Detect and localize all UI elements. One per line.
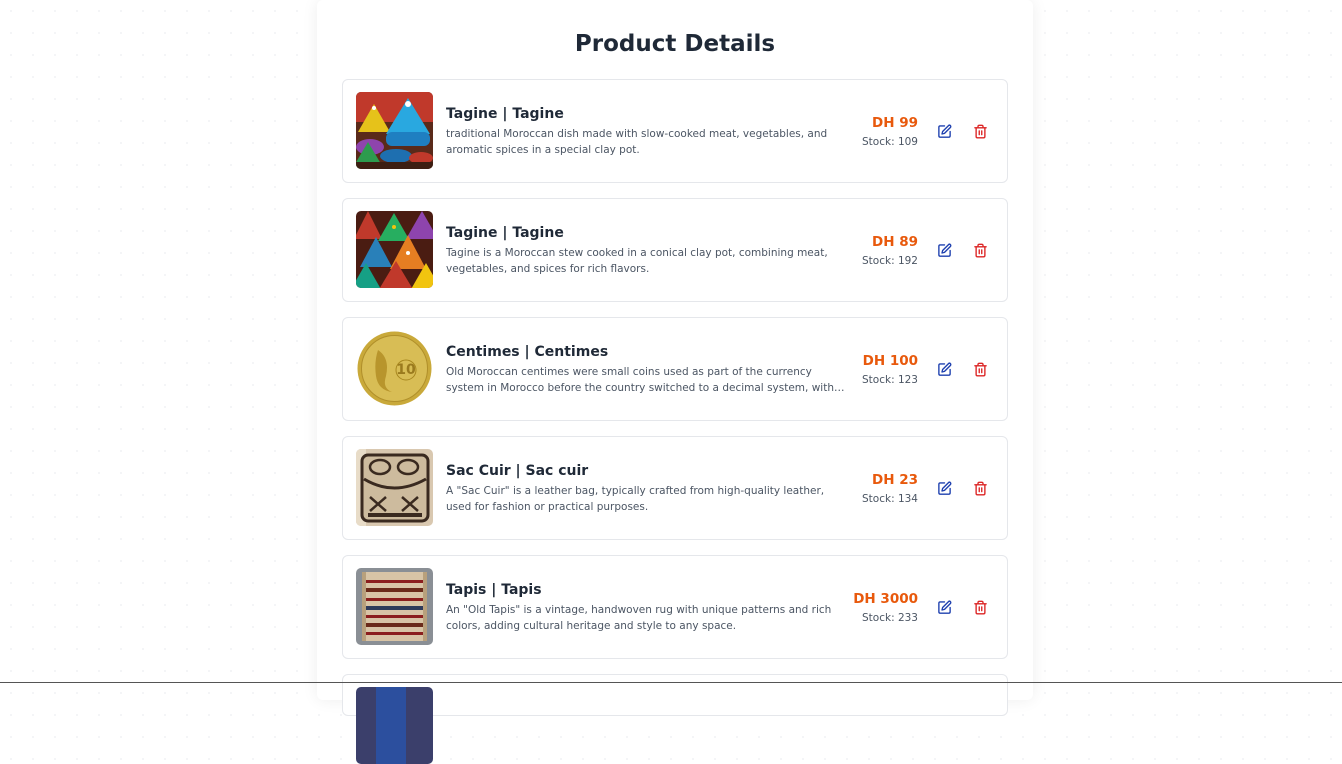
product-name: Tagine | Tagine [446,225,564,241]
trash-icon [973,362,988,377]
edit-square-icon [937,481,952,496]
edit-button[interactable] [934,240,954,260]
price-block: DH 89 Stock: 192 [862,233,918,269]
edit-square-icon [937,362,952,377]
product-image-partial [356,687,433,764]
product-description: Old Moroccan centimes were small coins u… [446,366,834,394]
product-price: DH 100 [862,353,918,369]
product-image-tagine [356,92,433,169]
svg-text:10: 10 [396,362,416,378]
product-card: Tagine | Tagine traditional Moroccan dis… [342,79,1008,183]
product-image-tagine [356,211,433,288]
product-info: Tapis | Tapis An "Old Tapis" is a vintag… [446,580,848,634]
product-name: Tagine | Tagine [446,106,564,122]
delete-button[interactable] [970,121,990,141]
product-stock: Stock: 134 [862,493,918,505]
edit-button[interactable] [934,359,954,379]
product-image-rug [356,568,433,645]
product-image-leather-bag [356,449,433,526]
product-stock: Stock: 123 [862,374,918,386]
product-name: Tapis | Tapis [446,582,542,598]
product-info: Sac Cuir | Sac cuir A "Sac Cuir" is a le… [446,461,848,515]
price-block: DH 3000 Stock: 233 [853,590,918,626]
price-block: DH 99 Stock: 109 [862,114,918,150]
product-price: DH 23 [872,472,918,488]
product-stock: Stock: 233 [862,612,918,624]
trash-icon [973,481,988,496]
product-card: Sac Cuir | Sac cuir A "Sac Cuir" is a le… [342,436,1008,540]
price-block: DH 100 Stock: 123 [862,352,918,388]
product-description: traditional Moroccan dish made with slow… [446,128,828,156]
product-stock: Stock: 109 [862,136,918,148]
product-price: DH 3000 [853,591,918,607]
trash-icon [973,243,988,258]
product-name: Centimes | Centimes [446,344,609,360]
delete-button[interactable] [970,240,990,260]
trash-icon [973,600,988,615]
edit-button[interactable] [934,597,954,617]
product-details-panel: Product Details Tagine | Tagine traditio… [317,0,1033,764]
edit-square-icon [937,600,952,615]
trash-icon [973,124,988,139]
edit-square-icon [937,243,952,258]
product-description: An "Old Tapis" is a vintage, handwoven r… [446,604,832,632]
product-card-partial [342,674,1008,764]
edit-button[interactable] [934,478,954,498]
product-info: Tagine | Tagine Tagine is a Moroccan ste… [446,223,848,277]
edit-square-icon [937,124,952,139]
product-stock: Stock: 192 [862,255,918,267]
page-title: Product Details [574,31,776,57]
product-info: Tagine | Tagine traditional Moroccan dis… [446,104,848,158]
price-block: DH 23 Stock: 134 [862,471,918,507]
delete-button[interactable] [970,597,990,617]
product-price: DH 99 [872,115,918,131]
product-card: Tapis | Tapis An "Old Tapis" is a vintag… [342,555,1008,659]
product-list: Tagine | Tagine traditional Moroccan dis… [342,79,1008,764]
product-info: Centimes | Centimes Old Moroccan centime… [446,342,848,396]
product-name: Sac Cuir | Sac cuir [446,463,589,479]
delete-button[interactable] [970,359,990,379]
product-price: DH 89 [872,234,918,250]
product-card: 10 Centimes | Centimes Old Moroccan cent… [342,317,1008,421]
delete-button[interactable] [970,478,990,498]
product-image-coin: 10 [356,330,433,407]
product-card: Tagine | Tagine Tagine is a Moroccan ste… [342,198,1008,302]
product-description: Tagine is a Moroccan stew cooked in a co… [446,247,828,275]
edit-button[interactable] [934,121,954,141]
product-description: A "Sac Cuir" is a leather bag, typically… [446,485,825,513]
